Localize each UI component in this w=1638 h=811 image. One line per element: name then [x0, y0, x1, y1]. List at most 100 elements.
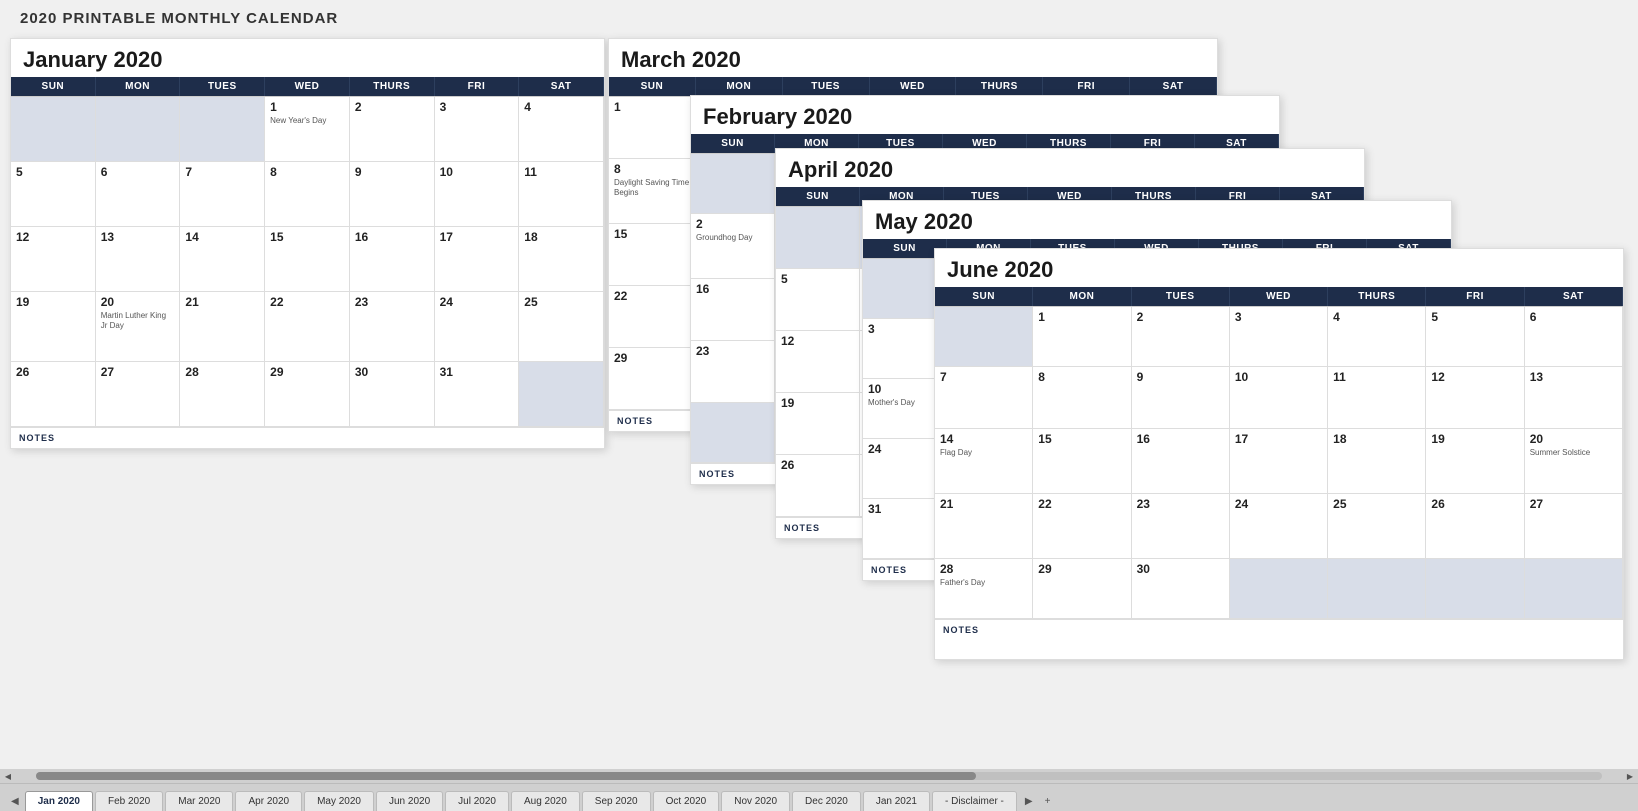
day-cell — [519, 362, 604, 427]
tab-bar: ◀ Jan 2020 Feb 2020 Mar 2020 Apr 2020 Ma… — [0, 783, 1638, 811]
tab-jun-2020[interactable]: Jun 2020 — [376, 791, 443, 811]
day-cell: 1 — [1033, 307, 1131, 367]
day-cell: 15 — [1033, 429, 1131, 494]
june-header: SUN MON TUES WED THURS FRI SAT — [935, 287, 1623, 306]
day-cell — [1426, 559, 1524, 619]
day-cell: 22 — [265, 292, 350, 362]
day-cell: 27 — [96, 362, 181, 427]
day-cell: 30 — [350, 362, 435, 427]
tab-apr-2020[interactable]: Apr 2020 — [235, 791, 302, 811]
day-cell: 25 — [519, 292, 604, 362]
day-cell: 22 — [609, 286, 696, 348]
june-notes: NOTES — [935, 619, 1623, 659]
day-cell: 17 — [1230, 429, 1328, 494]
february-title: February 2020 — [691, 96, 1279, 134]
app-container: 2020 PRINTABLE MONTHLY CALENDAR January … — [0, 0, 1638, 811]
day-cell — [935, 307, 1033, 367]
tab-jul-2020[interactable]: Jul 2020 — [445, 791, 509, 811]
day-cell: 31 — [435, 362, 520, 427]
horizontal-scrollbar[interactable]: ◀ ▶ — [0, 769, 1638, 783]
header-sat: SAT — [519, 77, 604, 96]
day-cell: 29 — [1033, 559, 1131, 619]
tab-scroll-right[interactable]: ▶ — [1019, 792, 1039, 811]
day-cell: 9 — [1132, 367, 1230, 429]
scroll-left-arrow[interactable]: ◀ — [0, 769, 16, 783]
day-cell: 16 — [1132, 429, 1230, 494]
header-wed: WED — [265, 77, 350, 96]
day-cell — [776, 207, 860, 269]
page-title: 2020 PRINTABLE MONTHLY CALENDAR — [20, 10, 1618, 27]
day-cell: 13 — [1525, 367, 1623, 429]
scroll-right-arrow[interactable]: ▶ — [1622, 769, 1638, 783]
april-title: April 2020 — [776, 149, 1364, 187]
june-title: June 2020 — [935, 249, 1623, 287]
day-cell: 12 — [776, 331, 860, 393]
day-cell: 6 — [96, 162, 181, 227]
day-cell: 14 Flag Day — [935, 429, 1033, 494]
day-cell — [1230, 559, 1328, 619]
tab-feb-2020[interactable]: Feb 2020 — [95, 791, 163, 811]
day-cell: 8 Daylight Saving Time Begins — [609, 159, 696, 224]
day-cell: 24 — [435, 292, 520, 362]
tab-may-2020[interactable]: May 2020 — [304, 791, 374, 811]
tab-add[interactable]: + — [1039, 792, 1057, 811]
day-cell: 18 — [519, 227, 604, 292]
tab-disclaimer[interactable]: - Disclaimer - — [932, 791, 1017, 811]
day-cell: 23 — [691, 341, 775, 403]
day-cell: 21 — [935, 494, 1033, 559]
day-cell: 29 — [609, 348, 696, 410]
day-cell: 4 — [1328, 307, 1426, 367]
day-cell: 9 — [350, 162, 435, 227]
day-cell: 11 — [1328, 367, 1426, 429]
day-cell: 19 — [776, 393, 860, 455]
tab-mar-2020[interactable]: Mar 2020 — [165, 791, 233, 811]
day-cell: 30 — [1132, 559, 1230, 619]
day-cell: 25 — [1328, 494, 1426, 559]
day-cell: 10 — [435, 162, 520, 227]
header-thurs: THURS — [350, 77, 435, 96]
day-cell: 2 — [350, 97, 435, 162]
day-cell: 6 — [1525, 307, 1623, 367]
tab-sep-2020[interactable]: Sep 2020 — [582, 791, 651, 811]
january-title: January 2020 — [11, 39, 604, 77]
day-cell: 11 — [519, 162, 604, 227]
day-cell: 5 — [11, 162, 96, 227]
day-cell: 19 — [1426, 429, 1524, 494]
tab-jan-2021[interactable]: Jan 2021 — [863, 791, 930, 811]
tab-oct-2020[interactable]: Oct 2020 — [653, 791, 720, 811]
day-cell: 29 — [265, 362, 350, 427]
calendar-june: June 2020 SUN MON TUES WED THURS FRI SAT… — [934, 248, 1624, 660]
day-cell: 26 — [776, 455, 860, 517]
scroll-track[interactable] — [36, 772, 1602, 780]
day-cell: 5 — [776, 269, 860, 331]
tab-aug-2020[interactable]: Aug 2020 — [511, 791, 580, 811]
tab-jan-2020[interactable]: Jan 2020 — [25, 791, 93, 811]
day-cell: 7 — [180, 162, 265, 227]
day-cell: 8 — [265, 162, 350, 227]
day-cell — [1328, 559, 1426, 619]
tab-nov-2020[interactable]: Nov 2020 — [721, 791, 790, 811]
day-cell: 28 — [180, 362, 265, 427]
day-cell: 28 Father's Day — [935, 559, 1033, 619]
day-cell: 20 Martin Luther King Jr Day — [96, 292, 181, 362]
day-cell: 27 — [1525, 494, 1623, 559]
day-cell: 8 — [1033, 367, 1131, 429]
day-cell — [691, 403, 775, 463]
day-cell: 21 — [180, 292, 265, 362]
may-title: May 2020 — [863, 201, 1451, 239]
tab-dec-2020[interactable]: Dec 2020 — [792, 791, 861, 811]
day-cell: 5 — [1426, 307, 1524, 367]
day-cell: 19 — [11, 292, 96, 362]
header-tues: TUES — [180, 77, 265, 96]
day-cell: 1 — [609, 97, 696, 159]
header-mon: MON — [96, 77, 181, 96]
scroll-thumb[interactable] — [36, 772, 976, 780]
day-cell — [691, 154, 775, 214]
january-header: SUN MON TUES WED THURS FRI SAT — [11, 77, 604, 96]
day-cell: 7 — [935, 367, 1033, 429]
day-cell: 17 — [435, 227, 520, 292]
january-notes: NOTES — [11, 427, 604, 448]
day-cell: 2 — [1132, 307, 1230, 367]
tab-scroll-left[interactable]: ◀ — [5, 792, 25, 811]
day-cell: 3 — [435, 97, 520, 162]
